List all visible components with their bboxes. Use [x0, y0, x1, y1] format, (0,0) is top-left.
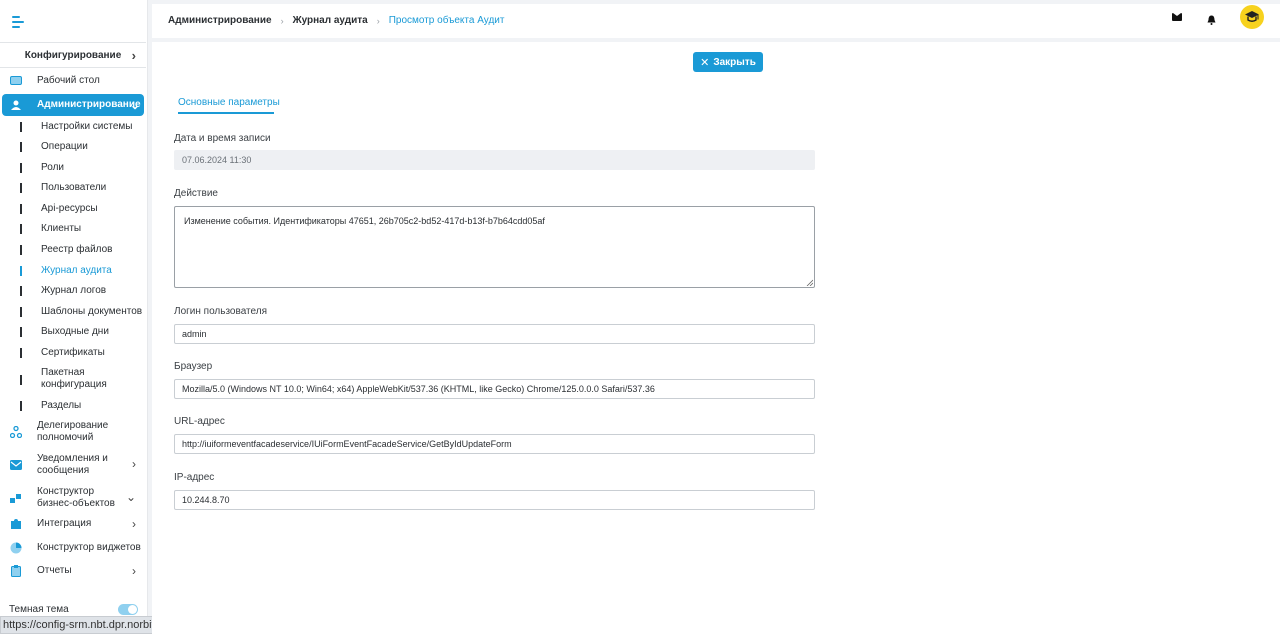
dark-theme-label: Темная тема	[9, 604, 69, 615]
sidebar-item-widget-constructor[interactable]: Конструктор виджетов	[0, 542, 146, 554]
dark-theme-toggle[interactable]	[118, 604, 138, 615]
configuration-label: Конфигурирование	[24, 49, 122, 61]
sidebar-item-label: Интеграция	[37, 518, 92, 529]
subitem-label: Настройки системы	[41, 121, 133, 132]
sidebar-item-label: Делегирование полномочий	[37, 420, 109, 443]
chevron-right-icon: ›	[132, 457, 136, 471]
sidebar-item-desktop[interactable]: Рабочий стол	[0, 75, 146, 87]
sidebar-item-label: Конструктор бизнес-объектов	[37, 486, 115, 509]
hierarchy-icon	[10, 426, 22, 438]
breadcrumb: Администрирование › Журнал аудита › Прос…	[168, 15, 504, 26]
tab-main-parameters[interactable]: Основные параметры	[178, 97, 280, 108]
chevron-down-icon: ⌄	[125, 490, 136, 504]
sidebar: Конфигурирование › Рабочий стол Админист…	[0, 0, 148, 634]
sidebar-subitem-batch-config[interactable]: Пакетная конфигурация	[0, 366, 146, 392]
resize-grip-icon[interactable]	[806, 279, 813, 286]
breadcrumb-administration[interactable]: Администрирование	[168, 15, 272, 26]
sidebar-item-delegation[interactable]: Делегирование полномочий	[0, 419, 146, 445]
browser-field[interactable]: Mozilla/5.0 (Windows NT 10.0; Win64; x64…	[174, 379, 815, 399]
ip-field[interactable]: 10.244.8.70	[174, 490, 815, 510]
main-content: ✕ Закрыть Основные параметры Дата и врем…	[152, 42, 1280, 634]
subitem-label: Операции	[41, 141, 88, 152]
sidebar-item-label: Конструктор виджетов	[37, 542, 141, 553]
action-textarea[interactable]: Изменение события. Идентификаторы 47651,…	[174, 206, 815, 288]
sidebar-item-integration[interactable]: Интеграция ›	[0, 517, 146, 531]
browser-label: Браузер	[174, 361, 213, 372]
configuration-selector[interactable]: Конфигурирование ›	[0, 42, 146, 68]
sidebar-item-label: Отчеты	[37, 565, 72, 576]
sidebar-item-bo-constructor[interactable]: Конструктор бизнес-объектов ⌄	[0, 485, 146, 511]
sidebar-item-label: Уведомления и сообщения	[37, 453, 108, 476]
pie-chart-icon	[10, 542, 22, 554]
breadcrumb-current: Просмотр объекта Аудит	[388, 15, 505, 26]
sidebar-item-administration[interactable]: Администрирование ⌄	[2, 94, 144, 116]
close-button-label: Закрыть	[713, 56, 756, 68]
bell-icon[interactable]	[1207, 12, 1216, 25]
ip-label: IP-адрес	[174, 472, 215, 483]
breadcrumb-separator-icon: ›	[376, 15, 380, 26]
url-label: URL-адрес	[174, 416, 225, 427]
blocks-icon	[10, 492, 22, 504]
subitem-label: Шаблоны документов	[41, 306, 143, 317]
subitem-label: Журнал аудита	[41, 265, 112, 276]
action-label: Действие	[174, 188, 218, 199]
close-icon: ✕	[700, 56, 710, 69]
subitem-label: Реестр файлов	[41, 244, 113, 255]
login-field[interactable]: admin	[174, 324, 815, 344]
top-header: Администрирование › Журнал аудита › Прос…	[152, 4, 1280, 38]
subitem-label: Пакетная конфигурация	[41, 367, 107, 390]
close-button[interactable]: ✕ Закрыть	[693, 52, 763, 72]
tab-active-indicator	[178, 112, 274, 114]
menu-toggle-icon[interactable]	[12, 16, 24, 28]
sidebar-item-label: Рабочий стол	[37, 75, 100, 86]
subitem-label: Выходные дни	[41, 326, 109, 337]
subitem-label: Клиенты	[41, 223, 82, 234]
action-value: Изменение события. Идентификаторы 47651,…	[184, 216, 545, 226]
graduation-cap-icon	[1245, 11, 1259, 22]
puzzle-icon	[10, 518, 22, 530]
envelope-icon	[10, 459, 22, 471]
sidebar-item-label: Администрирование	[37, 99, 141, 110]
subitem-label: Разделы	[41, 400, 82, 411]
login-label: Логин пользователя	[174, 306, 267, 317]
url-field[interactable]: http://iuiformeventfacadeservice/IUiForm…	[174, 434, 815, 454]
admin-icon	[10, 99, 22, 111]
sidebar-item-reports[interactable]: Отчеты ›	[0, 564, 146, 578]
chevron-down-icon: ⌄	[129, 98, 140, 112]
breadcrumb-separator-icon: ›	[280, 15, 284, 26]
monitor-icon	[10, 75, 22, 87]
breadcrumb-audit-log[interactable]: Журнал аудита	[293, 15, 368, 26]
chevron-right-icon: ›	[131, 48, 136, 63]
datetime-label: Дата и время записи	[174, 133, 271, 144]
chevron-right-icon: ›	[132, 517, 136, 531]
chevron-right-icon: ›	[132, 564, 136, 578]
mail-icon[interactable]	[1172, 13, 1182, 21]
subitem-label: Роли	[41, 162, 64, 173]
subitem-label: Пользователи	[41, 182, 107, 193]
subitem-label: Сертификаты	[41, 347, 105, 358]
avatar[interactable]	[1240, 5, 1264, 29]
subitem-label: Api-ресурсы	[41, 203, 98, 214]
datetime-field: 07.06.2024 11:30	[174, 150, 815, 170]
sidebar-item-notifications[interactable]: Уведомления и сообщения ›	[0, 452, 146, 478]
subitem-label: Журнал логов	[41, 285, 107, 296]
clipboard-icon	[10, 565, 22, 577]
